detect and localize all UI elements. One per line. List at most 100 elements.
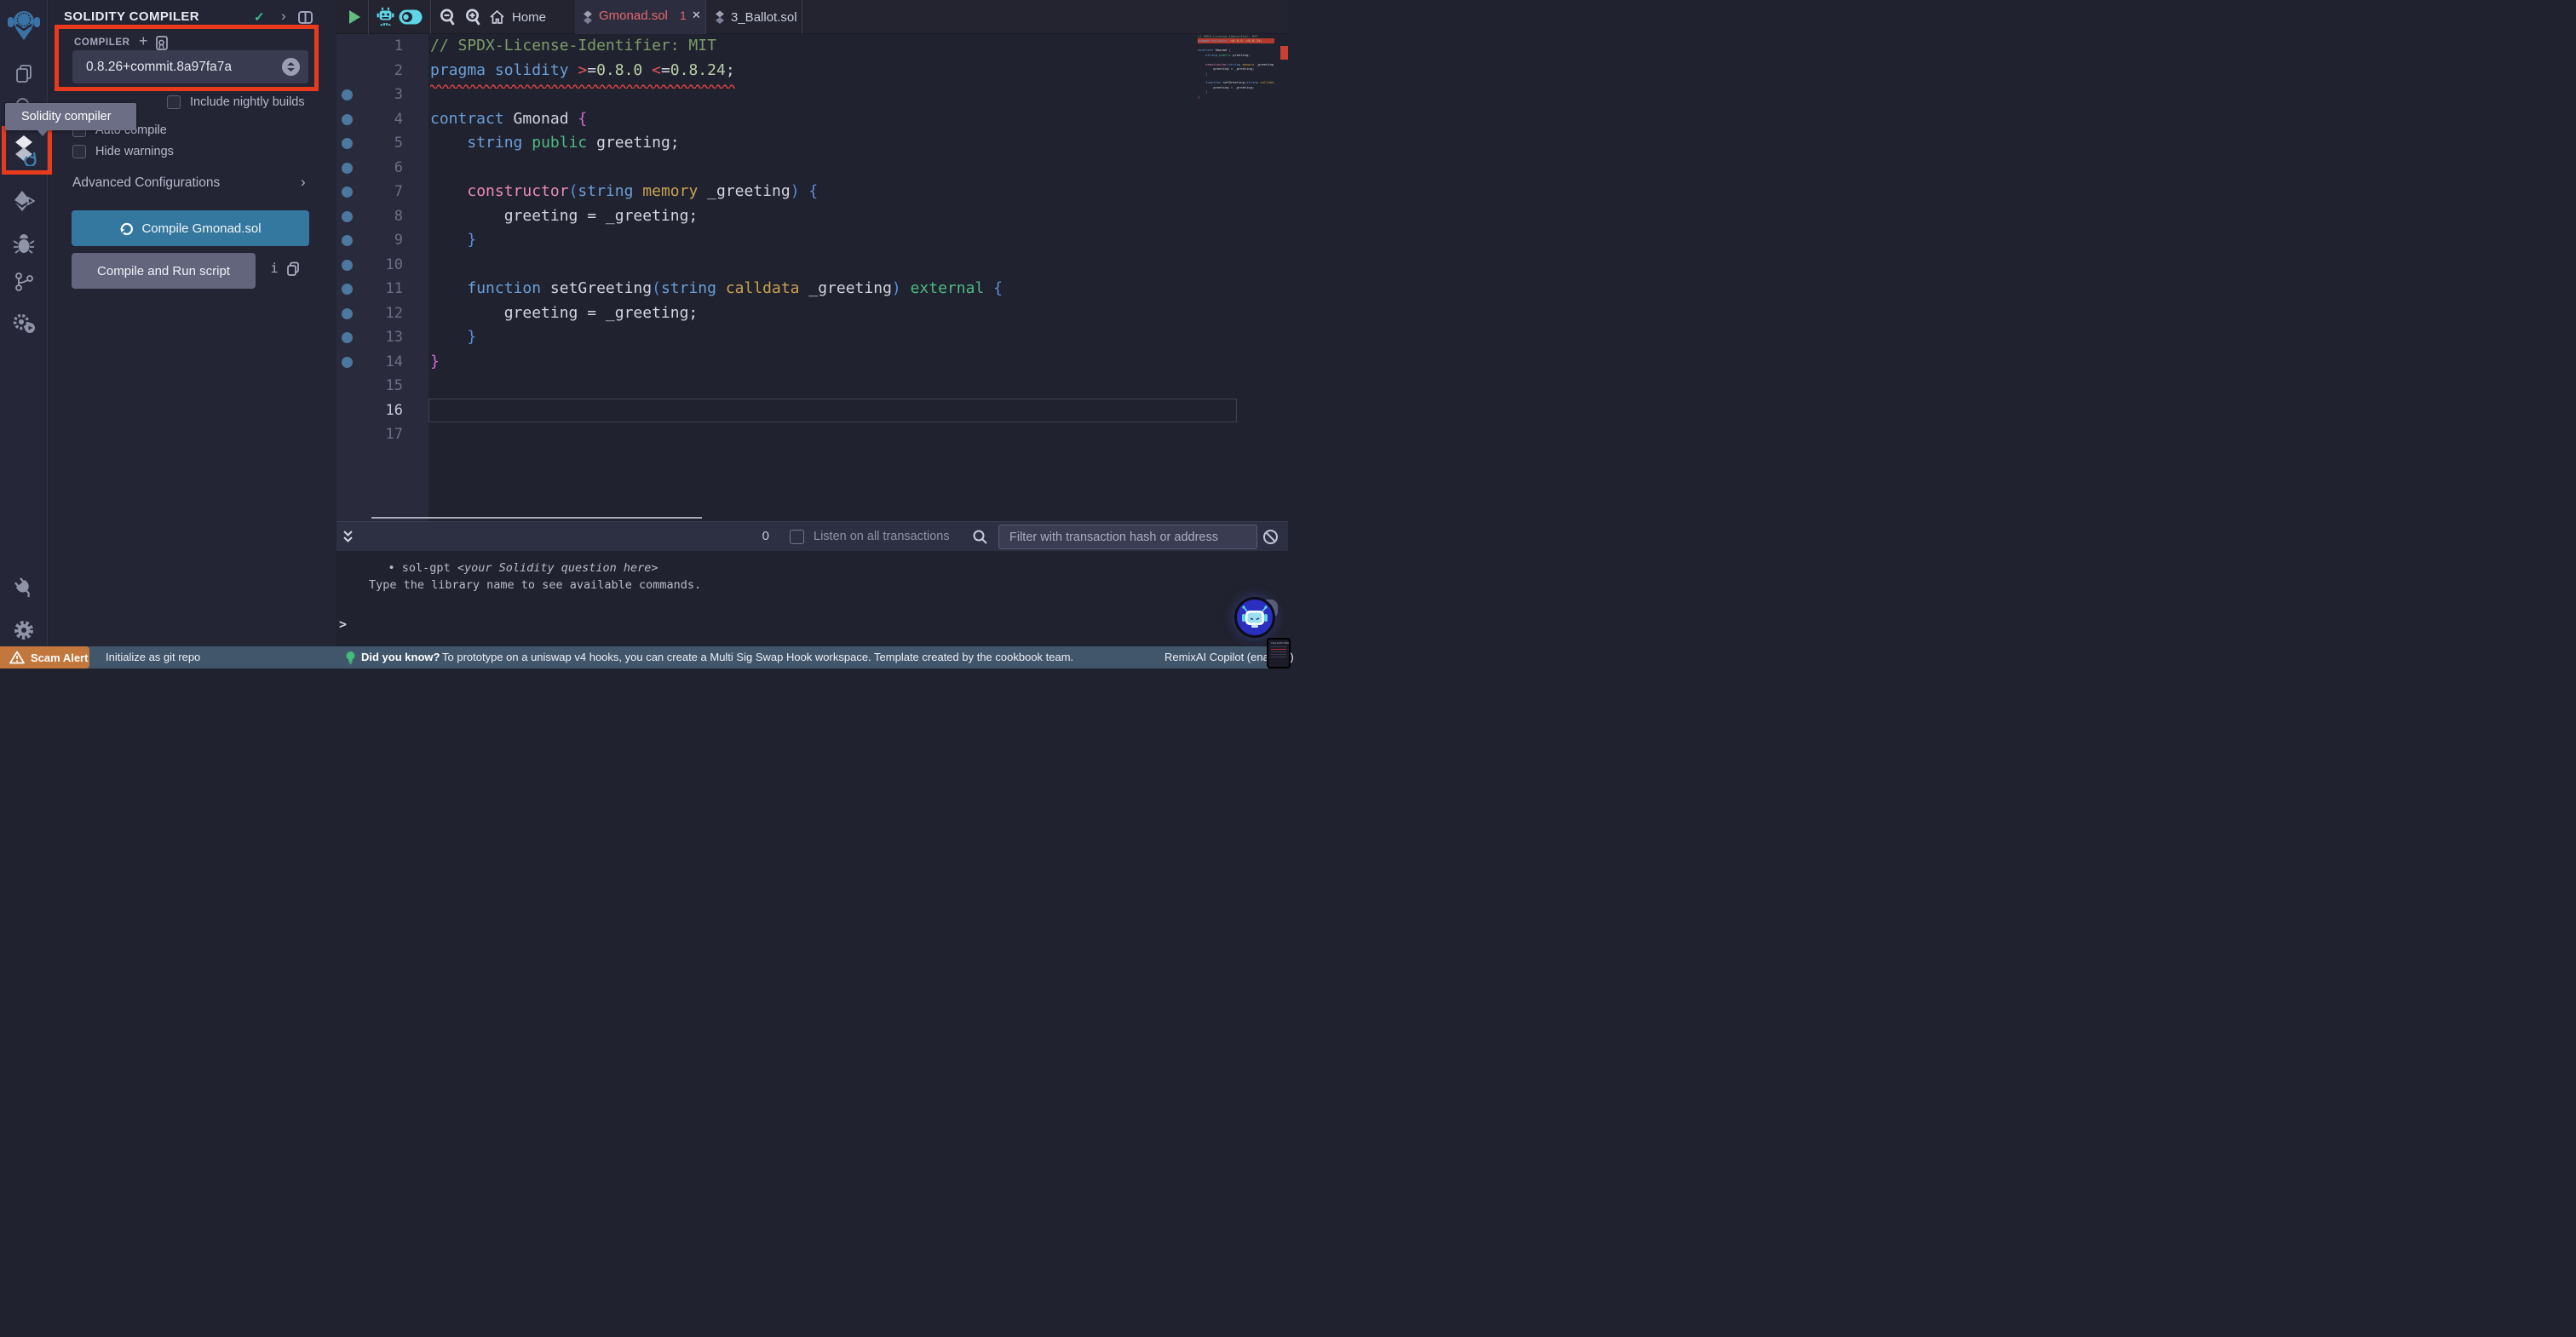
gutter-dot-icon[interactable] <box>342 259 353 271</box>
tooltip-caret <box>37 129 49 136</box>
tab-gmonad[interactable]: Gmonad.sol 1 ✕ <box>575 0 705 34</box>
gutter-dot-icon[interactable] <box>342 284 353 295</box>
code-line-4[interactable]: 4 contract Gmonad { <box>336 107 1274 132</box>
hide-warnings-row: Hide warnings <box>72 145 174 158</box>
terminal: • sol-gpt <your Solidity question here> … <box>336 521 1288 646</box>
compile-button[interactable]: Compile Gmonad.sol <box>72 210 309 246</box>
gutter-dot-icon[interactable] <box>342 235 353 246</box>
line-number: 17 <box>385 426 403 443</box>
select-spinner-icon[interactable] <box>282 58 300 76</box>
code-text: function setGreeting(string calldata _gr… <box>467 279 1003 297</box>
plugin-manager-icon[interactable] <box>0 569 48 606</box>
transaction-filter-input[interactable] <box>998 525 1257 549</box>
code-line-11[interactable]: 11 function setGreeting(string calldata … <box>336 277 1274 301</box>
compile-status-check-icon: ✓ <box>254 10 265 25</box>
settings-gear-icon[interactable] <box>0 611 48 649</box>
status-bar: Scam Alert Initialize as git repo Did yo… <box>0 646 1294 668</box>
expand-terminal-icon[interactable] <box>342 529 354 549</box>
unit-testing-icon[interactable] <box>0 305 48 342</box>
remix-logo[interactable] <box>0 8 48 45</box>
git-icon[interactable] <box>0 263 48 301</box>
line-number: 2 <box>394 61 403 79</box>
add-compiler-icon[interactable]: + <box>139 32 148 50</box>
code-line-12[interactable]: 12 greeting = _greeting; <box>336 301 1274 326</box>
file-explorer-icon[interactable] <box>0 55 48 92</box>
compiler-section-label: COMPILER <box>74 37 130 48</box>
code-line-10[interactable]: 10 <box>336 253 1274 278</box>
git-init-status[interactable]: Initialize as git repo <box>106 651 200 663</box>
minimap[interactable]: // SPDX-License-Identifier: MIT pragma so… <box>1198 34 1274 112</box>
line-number: 13 <box>385 329 403 346</box>
code-line-5[interactable]: 5 string public greeting; <box>336 131 1274 156</box>
code-text: } <box>430 352 440 370</box>
nightly-builds-label: Include nightly builds <box>190 95 305 109</box>
clear-console-icon[interactable] <box>1262 529 1279 549</box>
copilot-toggle-icon[interactable] <box>398 0 423 34</box>
nightly-builds-checkbox[interactable] <box>167 95 181 109</box>
gutter-dot-icon[interactable] <box>342 307 353 319</box>
compiler-version-select[interactable]: 0.8.26+commit.8a97fa7a <box>72 50 308 83</box>
terminal-prompt[interactable]: > <box>339 617 347 632</box>
ai-robot-icon[interactable] <box>376 0 395 34</box>
pip-label: FILE EXPLORER <box>1271 641 1291 645</box>
tooltip: Solidity compiler <box>5 103 136 130</box>
code-line-16[interactable]: 16 <box>336 399 1274 423</box>
gutter-dot-icon[interactable] <box>342 113 353 125</box>
code-line-6[interactable]: 6 <box>336 156 1274 181</box>
gutter-dot-icon[interactable] <box>342 186 353 198</box>
code-line-15[interactable]: 15 <box>336 374 1274 399</box>
terminal-resize-handle[interactable] <box>371 517 702 519</box>
code-line-7[interactable]: 7 constructor(string memory _greeting) { <box>336 180 1274 204</box>
solidity-compiler-panel: SOLIDITY COMPILER ✓ › COMPILER + 0.8.26+… <box>49 0 336 646</box>
code-line-8[interactable]: 8 greeting = _greeting; <box>336 204 1274 229</box>
line-number: 12 <box>385 304 403 322</box>
gutter-dot-icon[interactable] <box>342 89 353 100</box>
line-number: 16 <box>385 401 403 419</box>
zoom-out-icon[interactable] <box>440 0 456 34</box>
scam-alert-badge[interactable]: Scam Alert <box>0 646 89 668</box>
gutter-dot-icon[interactable] <box>342 210 353 222</box>
gutter-dot-icon[interactable] <box>342 162 353 174</box>
tab-ballot[interactable]: 3_Ballot.sol <box>715 0 797 34</box>
editor-toolbar: Home Gmonad.sol 1 ✕ 3_Ballot.sol <box>336 0 1288 34</box>
code-text: string public greeting; <box>467 134 680 152</box>
refresh-icon <box>120 222 134 235</box>
solidity-compiler-icon[interactable] <box>0 132 48 168</box>
info-icon[interactable]: i <box>267 261 281 276</box>
editor: Home Gmonad.sol 1 ✕ 3_Ballot.sol 1 // SPD… <box>336 0 1288 521</box>
run-script-play-icon[interactable] <box>348 0 361 34</box>
code-line-14[interactable]: 14} <box>336 350 1274 375</box>
listen-all-transactions-checkbox[interactable] <box>790 530 804 544</box>
code-text: } <box>467 231 477 249</box>
gutter-dot-icon[interactable] <box>342 138 353 149</box>
code-line-13[interactable]: 13 } <box>336 325 1274 350</box>
line-number: 15 <box>385 377 403 394</box>
chevron-right-icon[interactable]: › <box>281 8 286 25</box>
gutter-dot-icon[interactable] <box>342 332 353 343</box>
copy-icon[interactable] <box>286 261 300 281</box>
tooltip-text: Solidity compiler <box>21 110 112 123</box>
warning-icon <box>9 651 25 664</box>
screen-preview-overlay[interactable]: FILE EXPLORER <box>1267 638 1291 668</box>
did-you-know-text: To prototype on a uniswap v4 hooks, you … <box>442 651 1074 663</box>
tab-close-icon[interactable]: ✕ <box>692 9 701 22</box>
did-you-know-label: Did you know? <box>361 651 440 663</box>
advanced-chevron-icon[interactable]: › <box>301 174 306 191</box>
compile-button-label: Compile Gmonad.sol <box>141 221 262 236</box>
code-line-9[interactable]: 9 } <box>336 228 1274 253</box>
home-tab-label: Home <box>512 9 547 25</box>
compile-run-script-button[interactable]: Compile and Run script <box>72 253 256 289</box>
debugger-icon[interactable] <box>0 225 48 262</box>
split-panel-icon[interactable] <box>298 11 313 27</box>
ai-assistant-bubble[interactable] <box>1234 597 1275 638</box>
zoom-in-icon[interactable] <box>465 0 481 34</box>
home-icon <box>490 9 504 24</box>
tab-home[interactable]: Home <box>489 0 546 34</box>
deploy-run-icon[interactable] <box>0 182 48 220</box>
hide-warnings-checkbox[interactable] <box>72 145 86 158</box>
gutter-dot-icon[interactable] <box>342 356 353 368</box>
advanced-configurations[interactable]: Advanced Configurations <box>72 175 220 191</box>
code-line-1[interactable]: 1 // SPDX-License-Identifier: MIT <box>336 34 1274 59</box>
code-line-17[interactable]: 17 <box>336 422 1274 447</box>
terminal-search-icon[interactable] <box>972 529 988 549</box>
